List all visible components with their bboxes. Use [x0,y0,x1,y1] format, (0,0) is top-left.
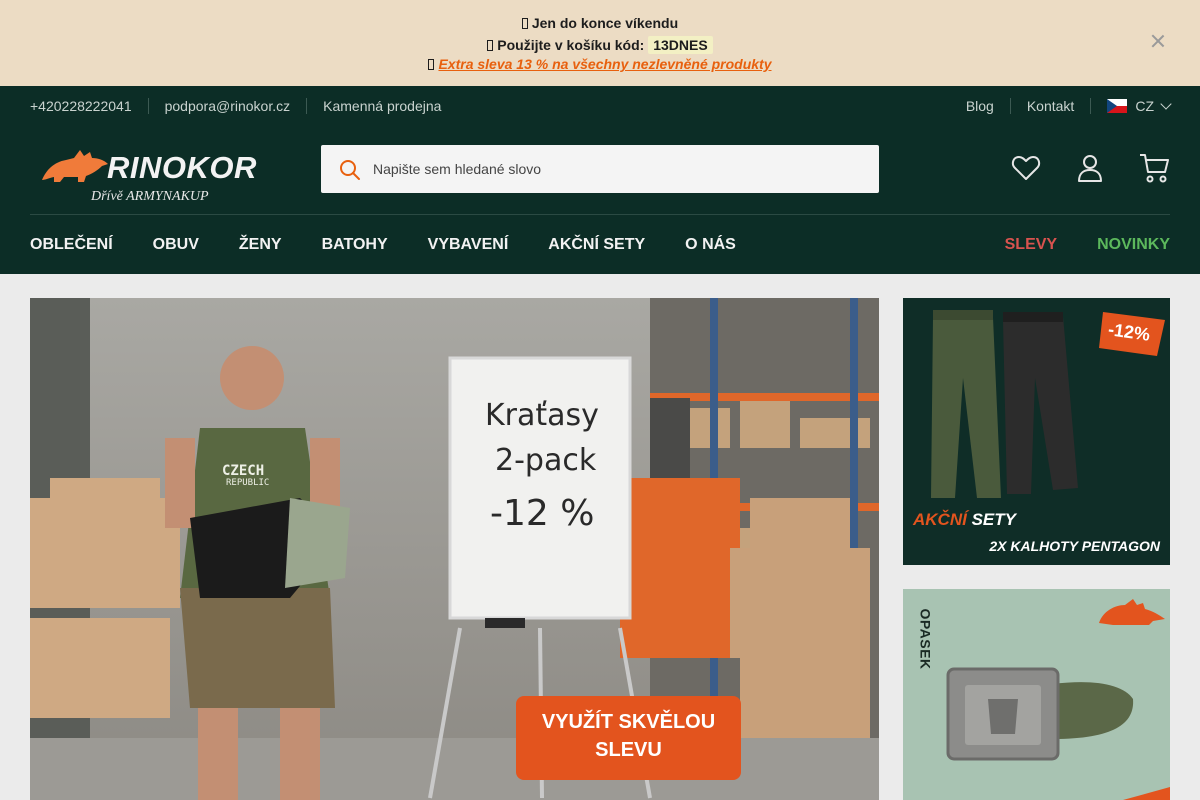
close-icon[interactable] [1150,33,1166,49]
nav-item-slevy[interactable]: SLEVY [1005,236,1057,254]
category-menu: OBLEČENÍ OBUV ŽENY BATOHY VYBAVENÍ AKČNÍ… [30,236,776,254]
nav-item-o-nas[interactable]: O NÁS [685,236,736,254]
user-icon[interactable] [1074,152,1106,184]
side-banner-opasek[interactable]: OPASEK [903,589,1170,800]
promo-extra-discount-link[interactable]: Extra sleva 13 % na všechny nezlevněné p… [438,56,771,72]
title-accent: AKČNÍ [913,510,967,529]
contact-links: +420228222041 podpora@rinokor.cz Kamenná… [30,98,457,114]
cta-line1: VYUŽÍT SKVĚLOU [541,711,716,733]
czech-flag-icon [1107,99,1128,113]
hero-illustration [30,298,879,800]
side-banner-akcni-sety[interactable]: -12% AKČNÍ SETY 2X KALHOTY PENTAGON [903,298,1170,565]
gift-icon [428,59,435,70]
side-banner-title: AKČNÍ SETY [913,510,1016,530]
nav-item-novinky[interactable]: NOVINKY [1097,236,1170,254]
blog-link[interactable]: Blog [950,98,1010,114]
highlight-menu: SLEVY NOVINKY [965,236,1170,254]
promo-deadline-text: Jen do konce víkendu [531,15,679,31]
promo-code-label: Použijte v košíku kód: [497,37,645,53]
promo-line-deadline: Jen do konce víkendu [0,15,1200,31]
nav-item-vybaveni[interactable]: VYBAVENÍ [428,236,509,254]
title-rest: SETY [971,510,1016,529]
promo-line-code: Použijte v košíku kód: 13DNES [0,36,1200,54]
top-bar: +420228222041 podpora@rinokor.cz Kamenná… [30,86,1172,126]
tag-icon [487,40,494,51]
header-divider [30,214,1170,215]
side-banner-subtitle: 2X KALHOTY PENTAGON [989,538,1160,554]
chevron-down-icon [1160,98,1172,110]
board-text-line3: -12 % [490,493,595,534]
nav-item-obleceni[interactable]: OBLEČENÍ [30,236,113,254]
logo-tagline: Dřívě ARMYNAKUP [91,189,209,204]
hero-cta-button[interactable]: VYUŽÍT SKVĚLOU SLEVU [516,696,741,780]
search-bar [321,145,879,193]
search-icon[interactable] [339,159,361,181]
language-code: CZ [1135,98,1154,114]
shirt-print-line2: REPUBLIC [226,478,270,488]
vertical-label-opasek: OPASEK [917,608,934,670]
search-input[interactable] [373,145,863,193]
phone-link[interactable]: +420228222041 [30,98,148,114]
store-link[interactable]: Kamenná prodejna [306,98,457,114]
clock-icon [521,18,528,29]
board-text-line2: 2-pack [495,443,597,478]
promo-line-link: Extra sleva 13 % na všechny nezlevněné p… [0,56,1200,72]
site-header: +420228222041 podpora@rinokor.cz Kamenná… [0,86,1200,274]
cart-icon[interactable] [1138,152,1170,184]
utility-links: Blog Kontakt CZ [950,98,1172,114]
board-text-line1: Kraťasy [485,398,599,433]
language-selector[interactable]: CZ [1090,98,1172,114]
rhino-logo-icon [42,150,108,182]
cta-line2: SLEVU [595,739,662,761]
email-link[interactable]: podpora@rinokor.cz [147,98,307,114]
promo-banner: Jen do konce víkendu Použijte v košíku k… [0,0,1200,86]
site-logo[interactable]: RINOKOR Dřívě ARMYNAKUP [40,146,260,210]
nav-item-zeny[interactable]: ŽENY [239,236,282,254]
nav-item-akcni-sety[interactable]: AKČNÍ SETY [548,236,645,254]
main-navigation: OBLEČENÍ OBUV ŽENY BATOHY VYBAVENÍ AKČNÍ… [30,236,1170,256]
nav-item-obuv[interactable]: OBUV [153,236,199,254]
hero-banner[interactable]: Kraťasy 2-pack -12 % CZECH REPUBLIC VYUŽ… [30,298,879,800]
heart-icon[interactable] [1010,152,1042,184]
shirt-print-line1: CZECH [222,463,265,479]
belt-illustration [903,589,1170,800]
promo-code-chip: 13DNES [648,36,713,54]
header-actions [978,152,1170,184]
contact-link[interactable]: Kontakt [1009,98,1090,114]
logo-wordmark: RINOKOR [107,150,257,185]
nav-item-batohy[interactable]: BATOHY [322,236,388,254]
